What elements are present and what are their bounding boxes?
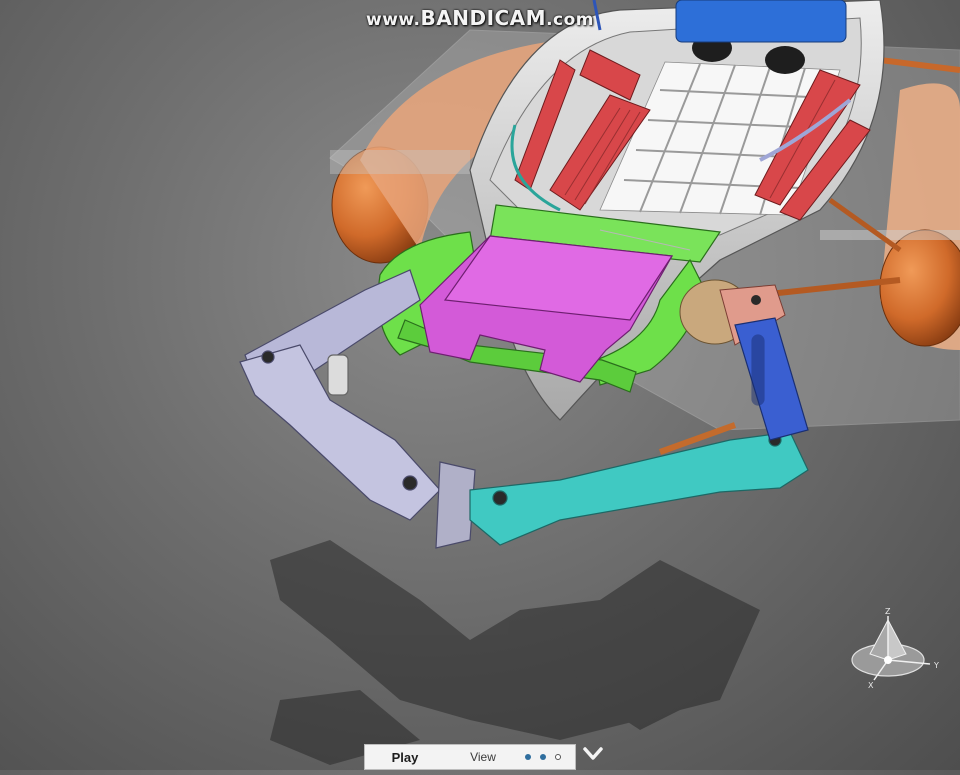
ground-shadow: [270, 540, 760, 765]
page-dot-3[interactable]: [555, 754, 561, 760]
3d-compass-icon[interactable]: Z Y X: [848, 604, 948, 690]
compass-axis-y: Y: [933, 661, 939, 670]
chevron-down-icon[interactable]: [582, 744, 604, 764]
playback-toolbar: Play View: [364, 744, 576, 770]
watermark-text: www.BANDICAM.com: [366, 6, 594, 30]
page-indicator: [521, 754, 561, 760]
play-button[interactable]: Play: [365, 745, 445, 769]
teal-arm: [469, 431, 809, 546]
page-dot-1[interactable]: [525, 754, 531, 760]
view-button[interactable]: View: [445, 745, 521, 769]
compass-axis-z: Z: [885, 607, 891, 616]
page-dot-2[interactable]: [540, 754, 546, 760]
compass-axis-x: X: [868, 681, 874, 690]
3d-scene[interactable]: [0, 0, 960, 770]
3d-viewport[interactable]: www.BANDICAM.com Z Y X Play View: [0, 0, 960, 770]
